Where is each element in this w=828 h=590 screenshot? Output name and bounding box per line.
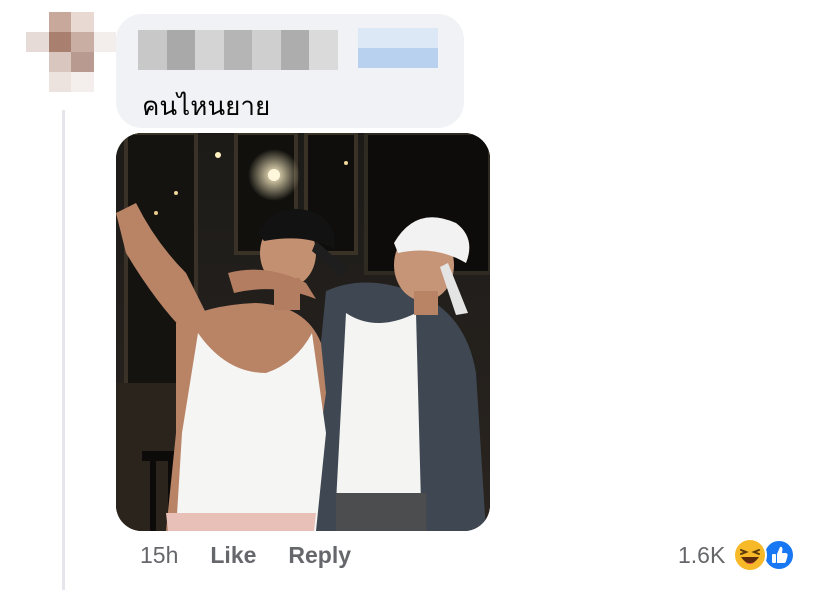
reaction-icons xyxy=(733,538,797,572)
comment-photo[interactable] xyxy=(116,133,490,531)
like-icon xyxy=(763,539,796,571)
comment-thread: คนไหนยาย 15h Like Reply 1.6K xyxy=(0,0,828,590)
thread-line xyxy=(62,110,65,590)
author-link-blurred[interactable] xyxy=(358,48,438,68)
comment-text: คนไหนยาย xyxy=(142,92,271,122)
reaction-summary[interactable]: 1.6K xyxy=(678,538,797,572)
reaction-count: 1.6K xyxy=(678,541,726,568)
timestamp[interactable]: 15h xyxy=(140,542,178,569)
avatar[interactable] xyxy=(26,12,116,92)
photo-image xyxy=(116,133,490,531)
comment-actions: 15h Like Reply xyxy=(140,542,351,569)
haha-icon xyxy=(733,538,768,572)
author-name-blurred[interactable] xyxy=(138,30,339,70)
reply-button[interactable]: Reply xyxy=(288,542,351,569)
author-link-blurred-top xyxy=(358,28,438,48)
comment-bubble: คนไหนยาย xyxy=(116,14,464,128)
like-button[interactable]: Like xyxy=(210,542,256,569)
